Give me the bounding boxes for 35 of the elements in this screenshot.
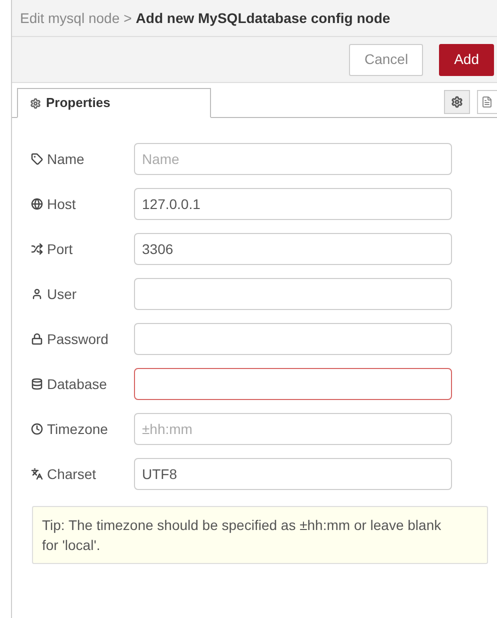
settings-button[interactable] bbox=[444, 90, 470, 114]
field-label: Port bbox=[47, 240, 73, 258]
shuffle-icon bbox=[31, 243, 43, 255]
tab[interactable]: Properties bbox=[17, 88, 211, 118]
gear-icon bbox=[451, 96, 463, 108]
document-button[interactable] bbox=[477, 90, 497, 114]
document-icon bbox=[481, 96, 493, 108]
database-icon bbox=[31, 378, 43, 390]
input-field[interactable]: UTF8 bbox=[134, 458, 452, 490]
lock-icon bbox=[31, 333, 43, 345]
field-label: Timezone bbox=[47, 420, 108, 438]
input-field[interactable]: ±hh:mm bbox=[134, 413, 452, 445]
cancel-button[interactable]: Cancel bbox=[349, 44, 424, 76]
field-label: Host bbox=[47, 194, 76, 214]
tip-text: Tip: The timezone should be specified as ±hh:mm or leave blank for 'local'. bbox=[42, 517, 442, 553]
input-field[interactable]: 127.0.0.1 bbox=[134, 188, 452, 220]
user-icon bbox=[31, 288, 43, 300]
field-label: User bbox=[47, 284, 77, 304]
input-field[interactable] bbox=[134, 278, 452, 310]
field-label: Charset bbox=[47, 464, 96, 484]
tag-icon bbox=[31, 153, 43, 165]
input-field[interactable]: Name bbox=[134, 143, 452, 175]
add-button[interactable]: Add bbox=[439, 44, 494, 76]
field-label: Name bbox=[47, 150, 84, 168]
input-field[interactable]: 3306 bbox=[134, 233, 452, 265]
translate-icon bbox=[31, 468, 43, 480]
dialog-title: Add new MySQLdatabase config node bbox=[136, 8, 390, 28]
input-field[interactable] bbox=[134, 323, 452, 355]
field-label: Database bbox=[47, 374, 107, 394]
clock-icon bbox=[31, 423, 43, 435]
input-field[interactable] bbox=[134, 368, 452, 400]
globe-icon bbox=[31, 198, 43, 210]
gear-icon bbox=[30, 98, 41, 108]
field-label: Password bbox=[47, 330, 108, 348]
breadcrumb-separator: > bbox=[124, 8, 132, 28]
